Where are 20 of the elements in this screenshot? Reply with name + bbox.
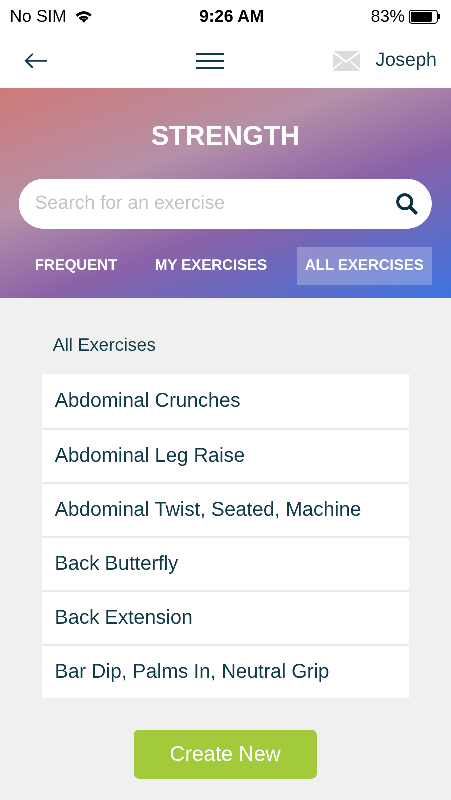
exercise-item[interactable]: Back Extension: [42, 590, 409, 644]
battery-icon: [409, 10, 441, 24]
back-arrow-icon[interactable]: [24, 53, 48, 69]
exercise-item[interactable]: Abdominal Twist, Seated, Machine: [42, 482, 409, 536]
battery-percent: 83%: [370, 6, 405, 28]
page-title: STRENGTH: [151, 121, 300, 151]
tab[interactable]: MY EXERCISES: [147, 246, 276, 285]
wifi-icon: [74, 10, 93, 24]
tab[interactable]: FREQUENT: [27, 246, 126, 285]
exercise-item[interactable]: Abdominal Leg Raise: [42, 428, 409, 482]
exercise-item[interactable]: Back Butterfly: [42, 536, 409, 590]
exercise-item[interactable]: Abdominal Crunches: [42, 374, 409, 428]
carrier-label: No SIM: [10, 6, 67, 28]
menu-icon[interactable]: [196, 52, 224, 70]
search-field[interactable]: Search for an exercise: [19, 178, 432, 228]
section-heading: All Exercises: [53, 335, 156, 355]
user-name[interactable]: Joseph: [376, 46, 437, 76]
clock-time: 9:26 AM: [200, 6, 264, 28]
exercise-item[interactable]: Bar Dip, Palms In, Neutral Grip: [42, 644, 409, 698]
search-icon[interactable]: [396, 192, 418, 214]
